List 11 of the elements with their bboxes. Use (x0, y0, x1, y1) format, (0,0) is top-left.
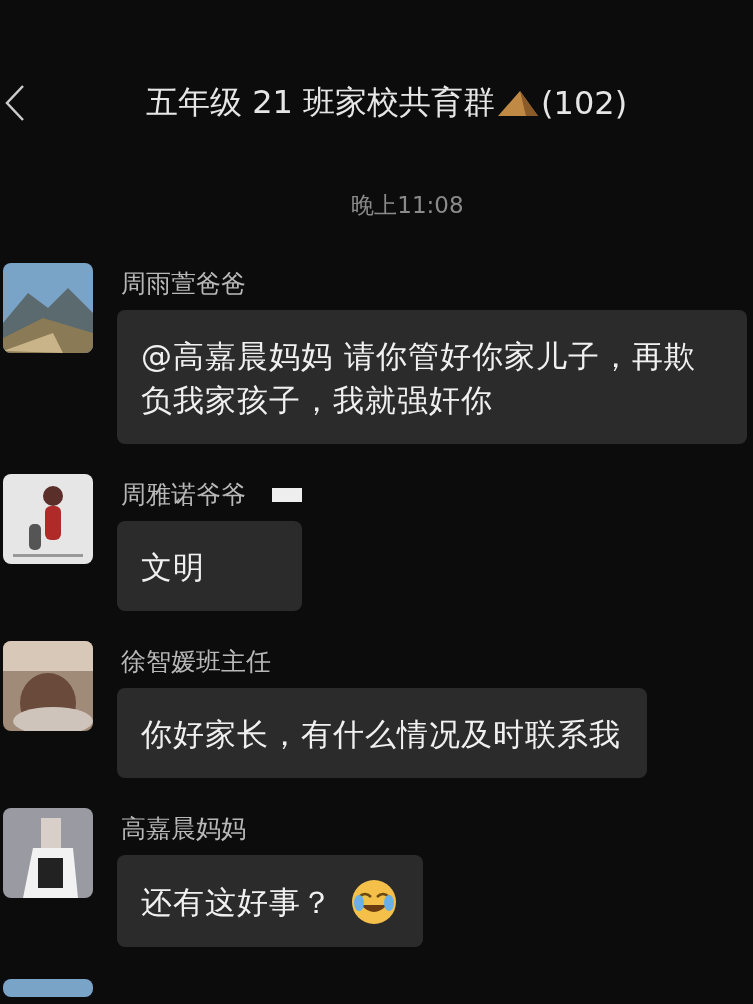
sender-name: 高嘉晨妈妈 (121, 813, 246, 845)
sender-name: 周雅诺爷爷 (121, 479, 246, 511)
message-text: 文明 (141, 548, 205, 587)
message-text: 你好家长，有什么情况及时联系我 (141, 715, 621, 754)
sender-name: 徐智媛班主任 (121, 646, 271, 678)
member-count: (102) (541, 84, 628, 122)
chat-title: 五年级 21 班家校共育群 (146, 82, 496, 123)
timestamp: 晚上11:08 (351, 191, 464, 220)
sender-name: 周雨萱爸爸 (121, 268, 246, 300)
message-text: @高嘉晨妈妈 请你管好你家儿子，再欺负我家孩子，我就强奸你 (141, 337, 697, 420)
message-text: 还有这好事？ (141, 883, 333, 922)
